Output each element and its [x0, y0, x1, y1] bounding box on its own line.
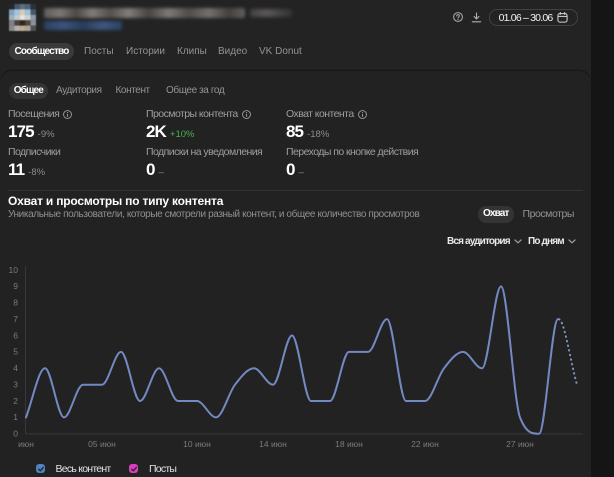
svg-text:июн: июн: [18, 439, 34, 449]
svg-text:05 июн: 05 июн: [88, 439, 116, 449]
svg-text:3: 3: [13, 379, 18, 389]
svg-text:4: 4: [13, 363, 18, 373]
svg-text:18 июн: 18 июн: [335, 439, 363, 449]
svg-text:7: 7: [13, 314, 18, 324]
svg-text:6: 6: [13, 330, 18, 340]
svg-text:1: 1: [13, 412, 18, 422]
svg-text:10: 10: [9, 265, 19, 275]
svg-text:8: 8: [13, 298, 18, 308]
svg-text:10 июн: 10 июн: [183, 439, 211, 449]
svg-text:22 июн: 22 июн: [411, 439, 439, 449]
svg-text:27 июн: 27 июн: [506, 439, 534, 449]
svg-text:5: 5: [13, 347, 18, 357]
svg-text:0: 0: [13, 429, 18, 439]
svg-text:2: 2: [13, 396, 18, 406]
svg-text:9: 9: [13, 281, 18, 291]
svg-text:14 июн: 14 июн: [259, 439, 287, 449]
